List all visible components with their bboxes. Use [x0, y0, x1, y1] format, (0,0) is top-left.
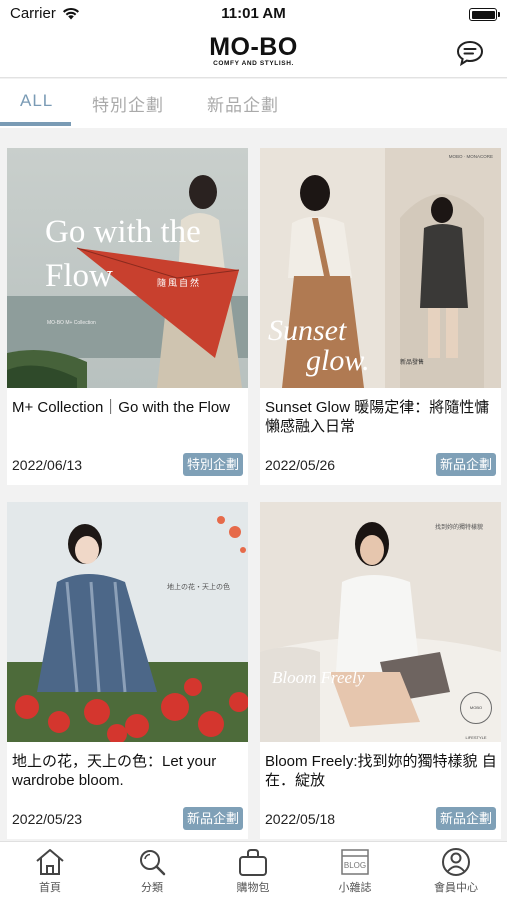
article-image[interactable]: Sunset glow. MOBO · MONACORE 新品發售: [260, 148, 501, 388]
brand-logo[interactable]: MO-BO COMFY AND STYLISH.: [0, 34, 507, 67]
article-card[interactable]: 地上の花・天上の色 地上の花，天上の色：Let your wardrobe bl…: [7, 502, 248, 839]
nav-label: 小雜誌: [338, 882, 372, 894]
image-headline-line1: Sunset: [268, 314, 347, 347]
image-vertical-text: 地上の花・天上の色: [167, 584, 230, 591]
blog-icon-text: BLOG: [344, 861, 366, 870]
image-headline: Sunset glow.: [268, 316, 370, 376]
nav-blog[interactable]: BLOG 小雜誌: [315, 846, 395, 895]
image-script-title: Bloom Freely: [272, 668, 365, 687]
image-caption: 新品發售: [400, 360, 425, 366]
search-icon: [140, 850, 166, 876]
category-tabs: ALL 特別企劃 新品企劃: [0, 79, 507, 128]
clock: 11:01 AM: [221, 5, 286, 22]
bag-icon: [239, 849, 267, 876]
tab-special[interactable]: 特別企劃: [92, 91, 164, 116]
article-title[interactable]: 地上の花，天上の色：Let your wardrobe bloom.: [12, 752, 244, 790]
logo-tagline: COMFY AND STYLISH.: [213, 60, 294, 67]
category-badge: 特別企劃: [182, 453, 243, 476]
image-headline-line2: glow.: [306, 344, 370, 377]
article-title[interactable]: Sunset Glow 暖陽定律：將隨性慵懶感融入日常: [265, 398, 497, 436]
nav-label: 會員中心: [434, 882, 478, 894]
nav-label: 分類: [141, 882, 163, 894]
image-vertical-text: 找到妳的獨特樣貌: [435, 525, 484, 531]
app-header: MO-BO COMFY AND STYLISH.: [0, 28, 507, 78]
user-icon: [442, 848, 470, 876]
article-date: 2022/05/23: [12, 811, 83, 827]
category-badge: 新品企劃: [182, 807, 243, 830]
image-seal: MOBO LIFESTYLE: [460, 692, 492, 740]
chat-icon[interactable]: [455, 38, 485, 68]
image-subtitle: 隨風自然: [157, 278, 202, 288]
nav-home[interactable]: 首頁: [10, 846, 90, 895]
article-date: 2022/05/18: [265, 811, 336, 827]
category-badge: 新品企劃: [435, 807, 496, 830]
image-caption: MO-BO M+ Collection: [47, 320, 96, 326]
nav-label: 購物包: [236, 882, 270, 894]
nav-category[interactable]: 分類: [112, 846, 192, 895]
active-tab-indicator: [0, 122, 71, 126]
article-title[interactable]: M+ Collection｜Go with the Flow: [12, 398, 244, 417]
image-headline-line1: Go with the: [45, 214, 201, 250]
article-date: 2022/06/13: [12, 457, 83, 473]
article-image[interactable]: Go with the Flow 隨風自然 MO-BO M+ Collectio…: [7, 148, 248, 388]
bottom-navigation: 首頁 分類 購物包 BLOG 小雜誌 會員中心: [0, 841, 507, 900]
article-card[interactable]: Go with the Flow 隨風自然 MO-BO M+ Collectio…: [7, 148, 248, 485]
article-date: 2022/05/26: [265, 457, 336, 473]
tab-new[interactable]: 新品企劃: [207, 91, 279, 116]
article-image[interactable]: Bloom Freely 找到妳的獨特樣貌 MOBO LIFESTYLE: [260, 502, 501, 742]
article-card[interactable]: Sunset glow. MOBO · MONACORE 新品發售 Sunset…: [260, 148, 501, 485]
logo-main-text: MO-BO: [209, 33, 298, 61]
home-icon: [36, 849, 64, 875]
nav-member[interactable]: 會員中心: [416, 846, 496, 895]
status-bar: Carrier 11:01 AM: [0, 0, 507, 28]
blog-icon: BLOG: [341, 849, 369, 875]
article-title[interactable]: Bloom Freely:找到妳的獨特樣貌 自在．綻放: [265, 752, 497, 790]
nav-label: 首頁: [39, 882, 61, 894]
battery-icon: [469, 8, 500, 21]
tab-all[interactable]: ALL: [20, 91, 53, 111]
image-brand-tag: MOBO · MONACORE: [448, 154, 493, 159]
category-badge: 新品企劃: [435, 453, 496, 476]
nav-bag[interactable]: 購物包: [213, 846, 293, 895]
article-image[interactable]: 地上の花・天上の色: [7, 502, 248, 742]
article-card[interactable]: Bloom Freely 找到妳的獨特樣貌 MOBO LIFESTYLE Blo…: [260, 502, 501, 839]
